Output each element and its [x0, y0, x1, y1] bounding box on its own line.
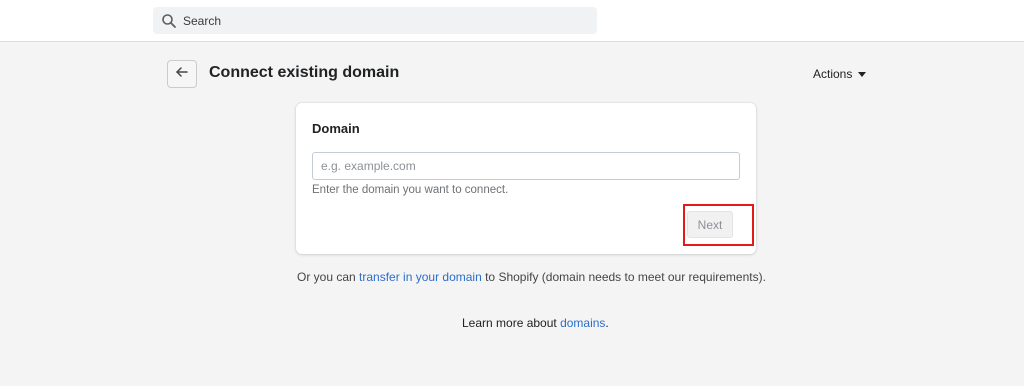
next-button[interactable]: Next — [687, 211, 733, 238]
transfer-info: Or you can transfer in your domain to Sh… — [297, 270, 766, 284]
search-bar[interactable]: Search — [153, 7, 597, 34]
arrow-left-icon — [175, 65, 189, 84]
domains-link[interactable]: domains — [560, 316, 605, 330]
transfer-prefix: Or you can — [297, 270, 360, 284]
domain-input[interactable] — [312, 152, 740, 180]
search-placeholder: Search — [183, 13, 222, 28]
domain-help-text: Enter the domain you want to connect. — [312, 184, 509, 196]
page-title: Connect existing domain — [209, 64, 400, 81]
caret-down-icon — [858, 71, 867, 77]
transfer-domain-link[interactable]: transfer in your domain — [359, 270, 482, 284]
transfer-suffix: to Shopify (domain needs to meet our req… — [481, 270, 766, 284]
actions-menu-button[interactable]: Actions — [813, 67, 867, 81]
search-icon — [161, 13, 177, 29]
back-button[interactable] — [167, 60, 197, 88]
learn-prefix: Learn more about — [462, 316, 561, 330]
learn-suffix: . — [605, 316, 609, 330]
learn-more: Learn more about domains. — [462, 316, 609, 330]
actions-label: Actions — [813, 67, 853, 81]
top-bar: Search — [0, 0, 1024, 42]
domain-card: Domain Enter the domain you want to conn… — [296, 103, 756, 254]
card-title: Domain — [312, 121, 360, 136]
